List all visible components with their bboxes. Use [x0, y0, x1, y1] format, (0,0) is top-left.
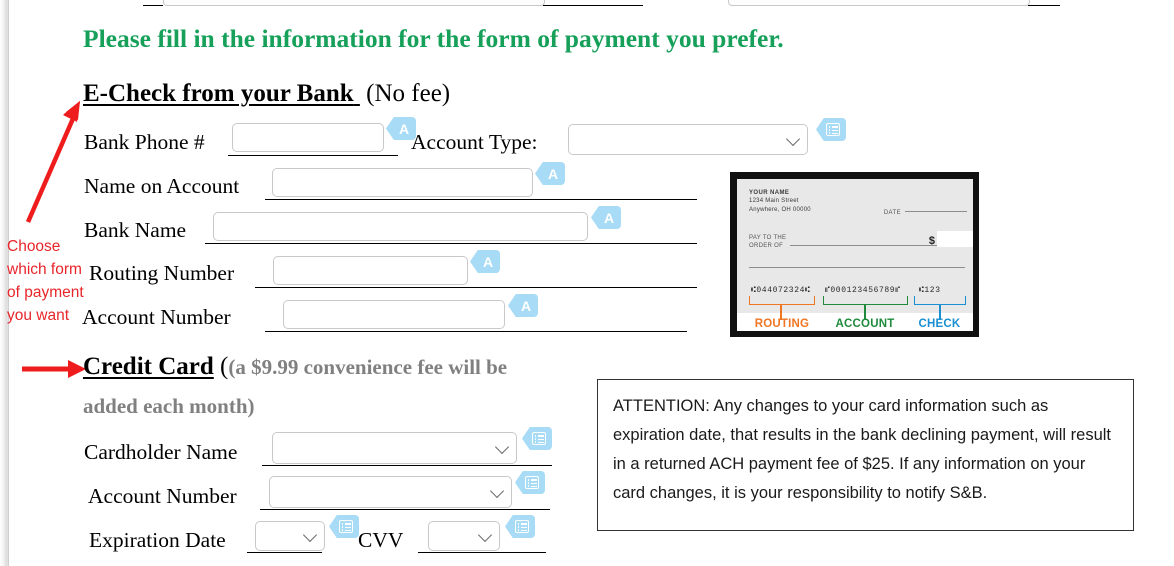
form-page: Please fill in the information for the f…	[0, 0, 1174, 566]
micr-check-number: ⑆123	[919, 286, 941, 295]
badge-letter: A	[482, 253, 494, 270]
list-icon	[515, 520, 529, 533]
label-cvv: CVV	[358, 528, 404, 552]
caption-routing-title: ROUTING	[754, 318, 810, 330]
label-expiration-date: Expiration Date	[89, 528, 226, 552]
check-pay-line-1: PAY TO THE	[749, 235, 787, 241]
cvv-select[interactable]	[428, 521, 500, 551]
expiration-date-select[interactable]	[255, 521, 325, 551]
check-date-label: DATE	[883, 210, 901, 216]
rule-cardholder-name	[262, 465, 552, 466]
cutoff-rule-1	[143, 5, 163, 6]
bank-name-input[interactable]	[213, 212, 588, 241]
check-date-field: DATE	[884, 210, 967, 216]
dropdown-badge-account-type[interactable]	[816, 118, 846, 141]
rule-bank-name	[205, 243, 697, 244]
caption-check-title: CHECK	[918, 318, 961, 330]
cutoff-field-right[interactable]	[728, 0, 1030, 6]
check-written-amount-rule	[749, 267, 965, 268]
cardholder-name-select[interactable]	[272, 432, 517, 464]
label-bank-phone: Bank Phone #	[84, 130, 205, 154]
rule-cvv	[418, 552, 546, 553]
bank-phone-input[interactable]	[232, 123, 384, 152]
bracket-routing	[749, 296, 815, 305]
rule-echeck-account-number	[265, 331, 687, 332]
label-cardholder-name: Cardholder Name	[84, 440, 238, 464]
chevron-down-icon	[302, 527, 318, 543]
check-pay-to-order: PAY TO THE ORDER OF	[749, 234, 786, 251]
badge-letter: A	[520, 297, 532, 314]
check-address-2: Anywhere, OH 00000	[749, 206, 811, 213]
caption-routing-sub: NUMBER	[756, 331, 807, 332]
cutoff-rule-2	[543, 5, 643, 6]
caption-account-title: ACCOUNT	[835, 318, 895, 330]
name-on-account-input[interactable]	[272, 168, 533, 197]
chevron-down-icon	[494, 439, 510, 455]
text-field-badge-name-on-account[interactable]: A	[535, 162, 565, 185]
sample-check-image: YOUR NAME 1234 Main Street Anywhere, OH …	[730, 172, 979, 337]
creditcard-section-heading: Credit Card ((a $9.99 convenience fee wi…	[83, 353, 508, 380]
list-icon	[339, 520, 353, 533]
caption-check-sub: NUMBER	[914, 331, 965, 332]
left-instruction-note: Choose which form of payment you want	[7, 238, 84, 324]
echeck-section-heading: E-Check from your Bank (No fee)	[83, 80, 450, 108]
label-routing-number: Routing Number	[89, 261, 235, 285]
red-arrow-up-right	[25, 101, 80, 223]
dropdown-badge-cvv[interactable]	[505, 515, 535, 538]
echeck-title: E-Check from your Bank	[83, 80, 354, 107]
caption-account: ACCOUNT NUMBER	[825, 318, 905, 331]
label-echeck-account-number: Account Number	[82, 305, 231, 329]
creditcard-fee-note-1: (a $9.99 convenience fee will be	[228, 355, 508, 379]
account-type-select[interactable]	[568, 124, 808, 155]
cutoff-rule-3	[1028, 5, 1060, 6]
rule-expiration-date	[247, 552, 322, 553]
rule-routing-number	[255, 287, 697, 288]
red-arrow-right	[22, 360, 86, 378]
dropdown-badge-expiration-date[interactable]	[329, 515, 359, 538]
check-payee-rule	[790, 245, 950, 246]
label-cc-account-number: Account Number	[88, 484, 237, 508]
chevron-down-icon	[489, 483, 505, 499]
rule-cc-account-number	[260, 509, 550, 510]
list-icon	[525, 476, 539, 489]
check-account-holder: YOUR NAME 1234 Main Street Anywhere, OH …	[749, 189, 811, 214]
page-title: Please fill in the information for the f…	[83, 24, 784, 53]
check-dollar-sign: $	[928, 235, 935, 247]
badge-letter: A	[547, 165, 559, 182]
check-face: YOUR NAME 1234 Main Street Anywhere, OH …	[737, 179, 973, 331]
check-pay-line-2: ORDER OF	[749, 243, 784, 250]
caption-check: CHECK NUMBER	[902, 318, 973, 331]
list-icon	[532, 432, 546, 445]
creditcard-fee-note-2: added each month)	[83, 394, 255, 418]
creditcard-title: Credit Card	[83, 353, 214, 380]
label-name-on-account: Name on Account	[84, 174, 240, 198]
check-amount-box	[937, 231, 973, 247]
text-field-badge-routing-number[interactable]: A	[470, 250, 500, 273]
cutoff-field-left[interactable]	[163, 0, 545, 6]
badge-letter: A	[603, 209, 615, 226]
label-bank-name: Bank Name	[84, 218, 187, 242]
dropdown-badge-cc-account-number[interactable]	[515, 471, 545, 494]
creditcard-fee-note-wrap: added each month)	[83, 392, 255, 420]
rule-bank-phone	[228, 155, 398, 156]
label-account-type: Account Type:	[411, 130, 538, 154]
caption-routing: ROUTING NUMBER	[743, 318, 821, 331]
cc-account-number-select[interactable]	[269, 476, 512, 508]
micr-account-number: ⑈000123456789⑈	[825, 286, 901, 295]
chevron-down-icon	[477, 527, 493, 543]
chevron-down-icon	[785, 131, 801, 146]
text-field-badge-bank-name[interactable]: A	[591, 206, 621, 229]
routing-number-input[interactable]	[273, 256, 468, 285]
micr-routing-number: ⑆044072324⑆	[751, 286, 811, 295]
dropdown-badge-cardholder-name[interactable]	[522, 427, 552, 450]
check-address-1: 1234 Main Street	[749, 198, 799, 205]
rule-name-on-account	[265, 199, 697, 200]
echeck-account-number-input[interactable]	[283, 300, 505, 329]
caption-account-sub: NUMBER	[839, 331, 890, 332]
list-icon	[826, 123, 840, 136]
check-your-name: YOUR NAME	[749, 190, 790, 196]
echeck-fee-note: (No fee)	[366, 80, 451, 107]
attention-notice-box: ATTENTION: Any changes to your card info…	[597, 379, 1134, 531]
text-field-badge-echeck-account-number[interactable]: A	[508, 294, 538, 317]
